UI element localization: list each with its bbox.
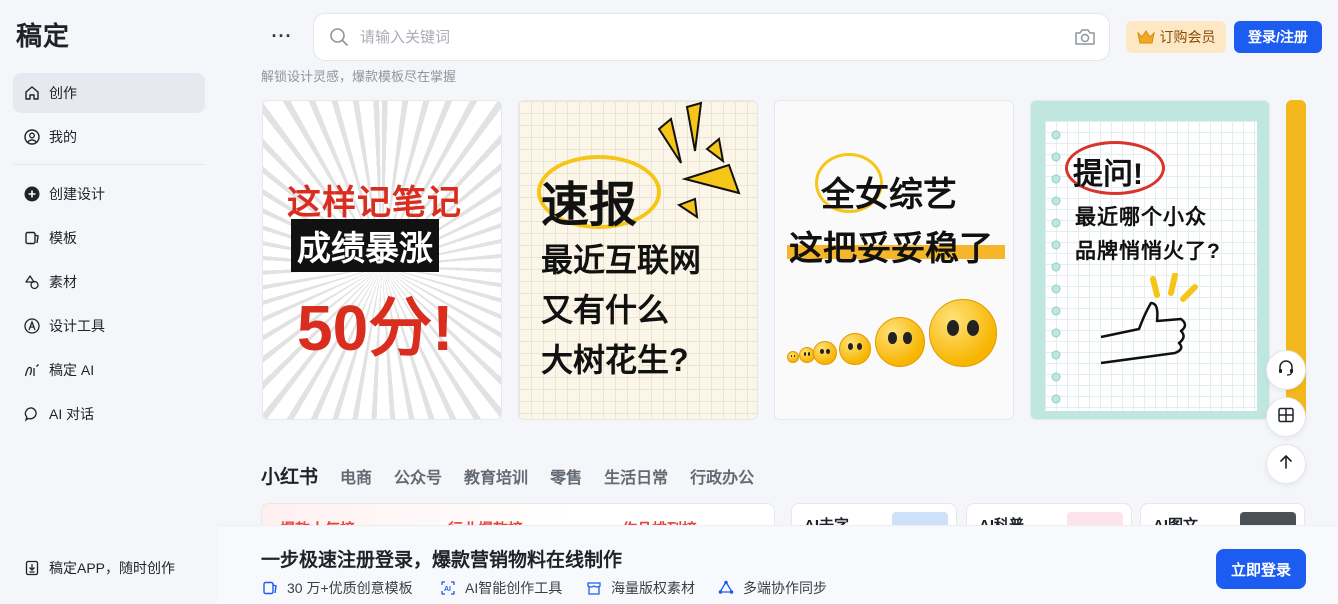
login-now-button[interactable]: 立即登录 — [1216, 549, 1306, 589]
banner-feature: 海量版权素材 — [585, 578, 695, 598]
more-button[interactable]: ··· — [268, 22, 296, 50]
emoji-face-icon — [839, 333, 871, 365]
card-text: 提问! — [1073, 158, 1143, 191]
sidebar-item-label: 稿定 AI — [49, 362, 95, 378]
sidebar-divider — [13, 164, 205, 165]
tab-xiaohongshu[interactable]: 小红书 — [261, 462, 318, 489]
sidebar-item-label: 我的 — [49, 129, 77, 145]
vip-subscribe-button[interactable]: 订购会员 — [1126, 21, 1226, 53]
card-text: 又有什么 — [541, 292, 670, 328]
book-icon — [1277, 406, 1295, 429]
card-text: 最近互联网 — [541, 242, 702, 278]
thumbs-up-icon — [1100, 273, 1198, 365]
collaboration-icon — [717, 579, 735, 597]
sidebar-item-materials[interactable]: 素材 — [13, 262, 205, 302]
sidebar-item-label: 设计工具 — [49, 318, 105, 334]
home-icon — [23, 84, 41, 102]
card-text: 这把妥妥稳了 — [789, 230, 993, 268]
ai-icon — [23, 361, 41, 379]
template-card[interactable]: 提问! 最近哪个小众 品牌悄悄火了? — [1030, 100, 1270, 420]
template-card[interactable]: 速报 最近互联网 又有什么 大树花生? — [518, 100, 758, 420]
notebook-rings-icon — [1051, 130, 1061, 404]
sidebar-item-label: 素材 — [49, 274, 77, 290]
plus-circle-icon — [23, 185, 41, 203]
tagline: 解锁设计灵感，爆款模板尽在掌握 — [261, 69, 457, 84]
sidebar-item-gaoding-ai[interactable]: 稿定 AI — [13, 350, 205, 390]
sidebar-item-ai-chat[interactable]: AI 对话 — [13, 394, 205, 434]
crown-icon — [1136, 29, 1155, 45]
sidebar-item-label: 创建设计 — [49, 186, 105, 202]
sidebar-item-label: 模板 — [49, 230, 77, 246]
tab-ecommerce[interactable]: 电商 — [340, 464, 372, 488]
search-input[interactable] — [360, 28, 1073, 46]
card-text: 全女综艺 — [821, 176, 957, 214]
tab-admin-office[interactable]: 行政办公 — [690, 464, 754, 488]
register-banner: 一步极速注册登录，爆款营销物料在线制作 30 万+优质创意模板 AI AI智能创… — [218, 525, 1338, 604]
tab-education[interactable]: 教育培训 — [464, 464, 528, 488]
card-text: 50分! — [297, 292, 454, 364]
shapes-icon — [23, 273, 41, 291]
tool-icon — [23, 317, 41, 335]
sidebar-item-label: 创作 — [49, 85, 77, 101]
card-text: 品牌悄悄火了? — [1075, 240, 1221, 263]
card-text: 这样记笔记 — [287, 184, 462, 222]
card-text: 成绩暴涨 — [291, 219, 439, 272]
user-icon — [23, 128, 41, 146]
login-register-button[interactable]: 登录/注册 — [1234, 21, 1322, 53]
camera-icon[interactable] — [1073, 25, 1097, 49]
banner-feature: 多端协作同步 — [717, 578, 827, 598]
banner-feature: AI AI智能创作工具 — [439, 578, 562, 598]
burst-lines-icon — [657, 101, 741, 220]
card-text: 大树花生? — [541, 342, 689, 378]
chat-icon — [23, 405, 41, 423]
template-card[interactable]: 全女综艺 这把妥妥稳了 — [774, 100, 1014, 420]
sidebar-item-create[interactable]: 创作 — [13, 73, 205, 113]
app-logo[interactable]: 稿定 — [16, 16, 70, 53]
search-bar[interactable] — [313, 13, 1110, 61]
tab-retail[interactable]: 零售 — [550, 464, 582, 488]
template-icon — [23, 229, 41, 247]
banner-title: 一步极速注册登录，爆款营销物料在线制作 — [261, 550, 623, 571]
back-to-top-button[interactable] — [1266, 444, 1306, 484]
customer-service-button[interactable] — [1266, 350, 1306, 390]
banner-feature-label: AI智能创作工具 — [465, 580, 563, 596]
svg-text:AI: AI — [444, 586, 451, 593]
sidebar-item-templates[interactable]: 模板 — [13, 218, 205, 258]
tab-official-account[interactable]: 公众号 — [394, 464, 442, 488]
template-card[interactable]: 这样记笔记 成绩暴涨 50分! — [262, 100, 502, 420]
emoji-face-icon — [875, 317, 925, 367]
app-link-label: 稿定APP，随时创作 — [49, 560, 176, 576]
emoji-face-icon — [787, 351, 799, 363]
banner-feature-label: 多端协作同步 — [743, 580, 827, 596]
banner-feature-label: 30 万+优质创意模板 — [287, 580, 413, 596]
headset-icon — [1277, 359, 1295, 382]
category-tabs: 小红书 电商 公众号 教育培训 零售 生活日常 行政办公 — [261, 462, 776, 489]
card-text: 速报 — [541, 179, 638, 232]
emoji-face-icon — [929, 299, 997, 367]
store-icon — [585, 579, 603, 597]
banner-feature-label: 海量版权素材 — [611, 580, 695, 596]
sidebar-item-mine[interactable]: 我的 — [13, 117, 205, 157]
sidebar-item-create-design[interactable]: 创建设计 — [13, 174, 205, 214]
template-icon — [261, 579, 279, 597]
sidebar-item-design-tools[interactable]: 设计工具 — [13, 306, 205, 346]
arrow-up-icon — [1277, 453, 1295, 476]
emoji-face-icon — [813, 341, 837, 365]
ai-tool-icon: AI — [439, 579, 457, 597]
sidebar-app-link[interactable]: 稿定APP，随时创作 — [13, 548, 205, 588]
sidebar: 稿定 创作 我的 创建设计 模板 素材 设计工具 稿定 AI AI 对话 稿定A… — [0, 0, 218, 604]
tab-daily-life[interactable]: 生活日常 — [604, 464, 668, 488]
vip-label: 订购会员 — [1159, 29, 1216, 45]
banner-feature: 30 万+优质创意模板 — [261, 578, 413, 598]
guide-button[interactable] — [1266, 397, 1306, 437]
card-text: 最近哪个小众 — [1075, 206, 1207, 229]
sidebar-item-label: AI 对话 — [49, 406, 95, 422]
search-icon — [328, 26, 350, 48]
download-icon — [23, 559, 41, 577]
